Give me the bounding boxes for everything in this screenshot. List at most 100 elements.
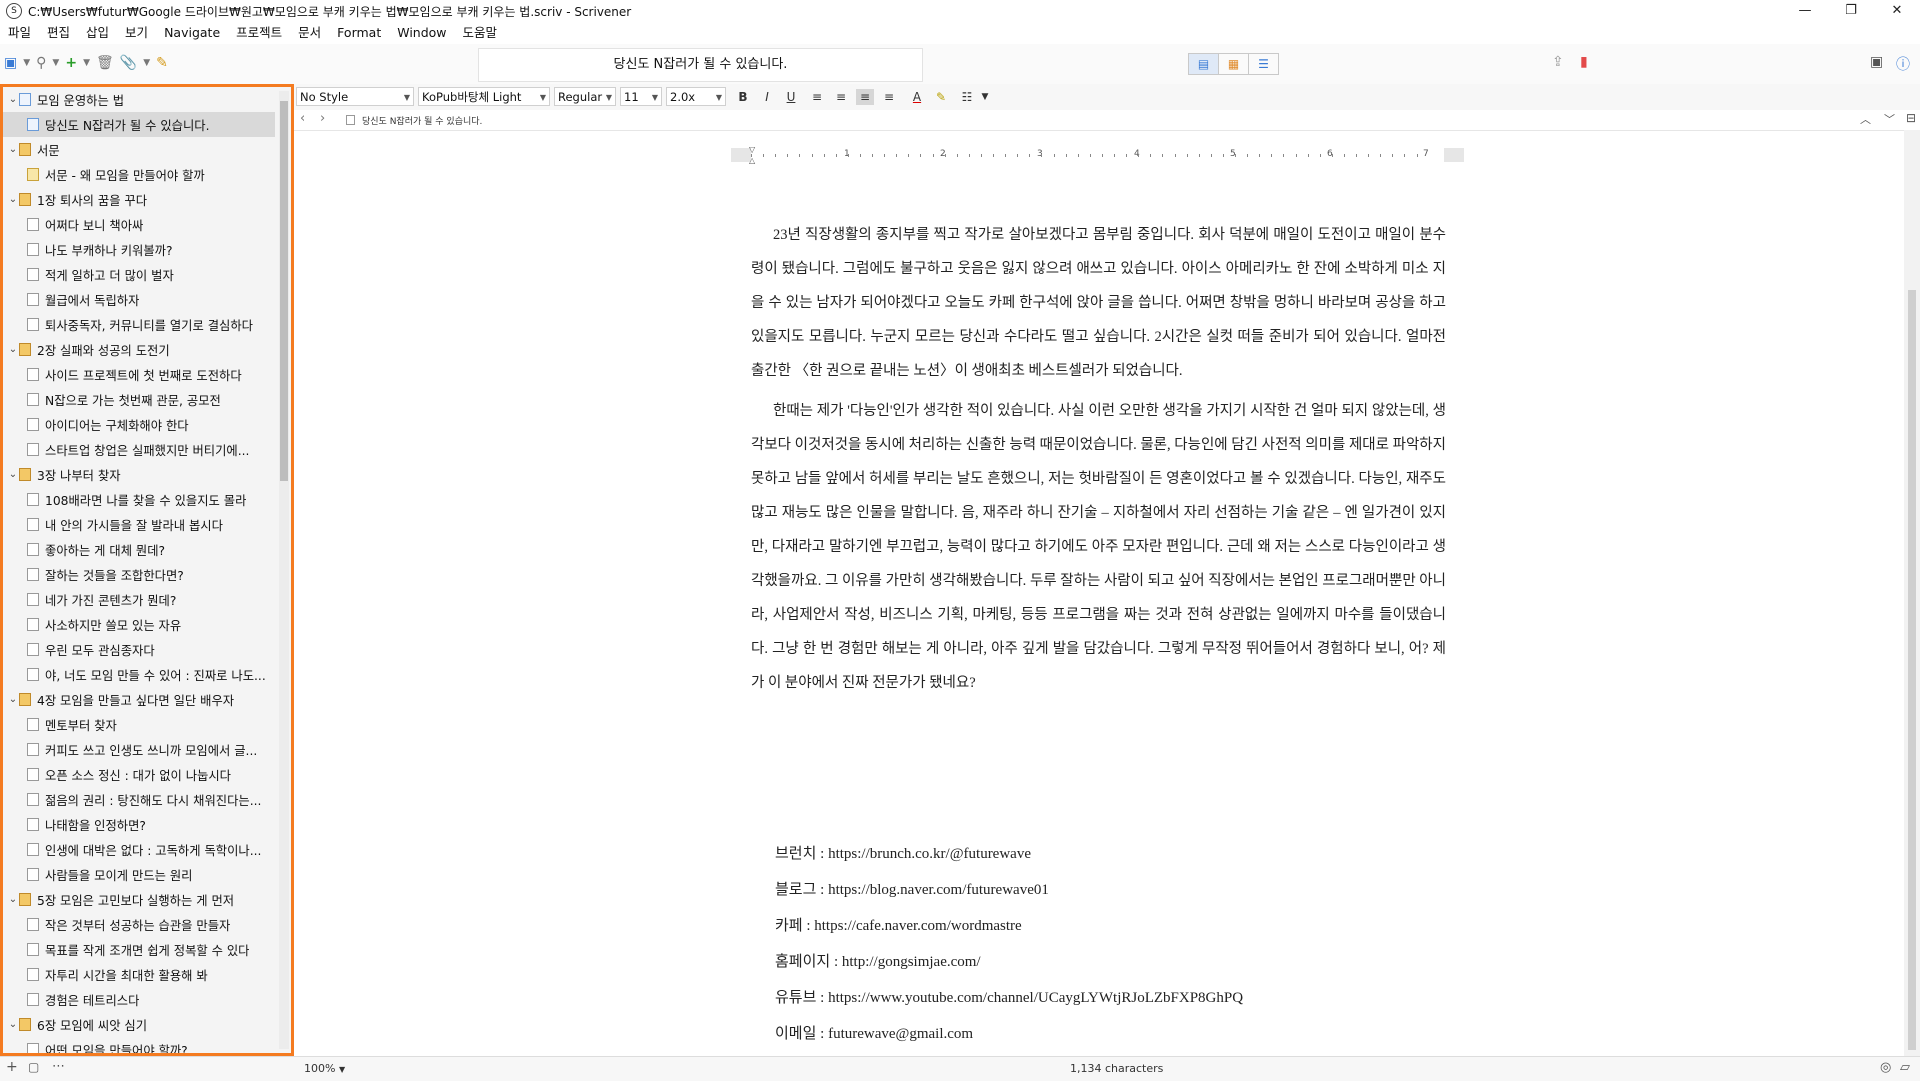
- chevron-down-icon[interactable]: ⌄: [7, 194, 19, 205]
- target-icon[interactable]: ◎: [1880, 1060, 1891, 1075]
- info-icon[interactable]: ⓘ: [1896, 54, 1910, 74]
- chevron-down-icon[interactable]: ⌄: [7, 144, 19, 155]
- editor-scroll-thumb[interactable]: [1908, 290, 1916, 1050]
- binder-document-item[interactable]: 서문 - 왜 모임을 만들어야 할까: [3, 162, 275, 187]
- binder-document-item[interactable]: 사람들을 모이게 만드는 원리: [3, 862, 275, 887]
- brunch-link[interactable]: 브런치 : https://brunch.co.kr/@futurewave: [775, 842, 1243, 878]
- binder-folder-item[interactable]: ⌄ 3장 나부터 찾자: [3, 462, 275, 487]
- share-icon[interactable]: ⇪: [1552, 54, 1564, 70]
- binder-document-item[interactable]: 작은 것부터 성공하는 습관을 만들자: [3, 912, 275, 937]
- binder-document-item[interactable]: 어쩌다 보니 책아싸: [3, 212, 275, 237]
- binder-document-item[interactable]: 나도 부캐하나 키워볼까?: [3, 237, 275, 262]
- trash-icon[interactable]: 🗑: [96, 54, 114, 72]
- binder-document-item[interactable]: 네가 가진 콘텐츠가 뭔데?: [3, 587, 275, 612]
- composition-mode-icon[interactable]: ▣: [1870, 54, 1883, 70]
- binder-folder-item[interactable]: ⌄ 5장 모임은 고민보다 실행하는 게 먼저: [3, 887, 275, 912]
- maximize-button[interactable]: ❐: [1828, 0, 1874, 22]
- italic-button[interactable]: I: [758, 89, 776, 105]
- close-button[interactable]: ✕: [1874, 0, 1920, 22]
- font-select[interactable]: KoPub바탕체 Light ▼: [418, 87, 550, 106]
- bold-button[interactable]: B: [734, 89, 752, 105]
- binder-folder-item[interactable]: ⌄ 2장 실패와 성공의 도전기: [3, 337, 275, 362]
- binder-document-item[interactable]: 멘토부터 찾자: [3, 712, 275, 737]
- zoom-select[interactable]: 100% ▼: [304, 1062, 345, 1075]
- chevron-down-icon[interactable]: ▼: [976, 89, 994, 105]
- forward-arrow-icon[interactable]: ›: [320, 111, 325, 126]
- menu-project[interactable]: 프로젝트: [228, 22, 290, 44]
- split-editor-icon[interactable]: ⊟: [1906, 111, 1916, 125]
- binder-scrollbar[interactable]: [279, 91, 289, 1049]
- chevron-down-icon[interactable]: ⌄: [7, 694, 19, 705]
- chevron-down-icon[interactable]: ▼: [23, 54, 30, 72]
- binder-document-item[interactable]: 적게 일하고 더 많이 벌자: [3, 262, 275, 287]
- chevron-down-icon[interactable]: ⌄: [7, 469, 19, 480]
- ruler[interactable]: ▽ △ 1 2 3 4 5 6 7: [731, 145, 1464, 165]
- chevron-down-icon[interactable]: ▼: [52, 54, 59, 72]
- binder-folder-item[interactable]: ⌄ 6장 모임에 씨앗 심기: [3, 1012, 275, 1037]
- align-justify-icon[interactable]: ≡: [856, 89, 874, 105]
- chevron-up-icon[interactable]: ︿: [1860, 111, 1871, 127]
- binder-document-item[interactable]: 어떤 모임을 만들어야 할까?: [3, 1037, 275, 1053]
- binder-document-item[interactable]: 자투리 시간을 최대한 활용해 봐: [3, 962, 275, 987]
- email-link[interactable]: 이메일 : futurewave@gmail.com: [775, 1022, 1243, 1058]
- blog-link[interactable]: 블로그 : https://blog.naver.com/futurewave0…: [775, 878, 1243, 914]
- chevron-down-icon[interactable]: ▼: [83, 54, 90, 72]
- editor-scrollbar[interactable]: [1904, 130, 1920, 1056]
- homepage-link[interactable]: 홈페이지 : http://gongsimjae.com/: [775, 950, 1243, 986]
- highlight-icon[interactable]: ✎: [932, 89, 950, 105]
- binder-folder-item[interactable]: ⌄ 4장 모임을 만들고 싶다면 일단 배우자: [3, 687, 275, 712]
- line-spacing-select[interactable]: 2.0x ▼: [666, 87, 726, 106]
- binder-folder-item[interactable]: ⌄ 서문: [3, 137, 275, 162]
- text-color-icon[interactable]: A: [908, 89, 926, 105]
- binder-folder-item[interactable]: ⌄ 1장 퇴사의 꿈을 꾸다: [3, 187, 275, 212]
- paragraph[interactable]: 23년 직장생활의 종지부를 찍고 작가로 살아보겠다고 몸부림 중입니다. 회…: [751, 218, 1446, 388]
- new-folder-icon[interactable]: ▢: [28, 1060, 39, 1074]
- list-icon[interactable]: ☷: [958, 89, 976, 105]
- paragraph[interactable]: 한때는 제가 '다능인'인가 생각한 적이 있습니다. 사실 이런 오만한 생각…: [751, 394, 1446, 700]
- chevron-down-icon[interactable]: ⌄: [7, 344, 19, 355]
- chevron-down-icon[interactable]: ⌄: [7, 94, 19, 105]
- align-right-icon[interactable]: ≡: [880, 89, 898, 105]
- binder-document-item[interactable]: 야, 너도 모임 만들 수 있어 : 진짜로 나도...: [3, 662, 275, 687]
- style-select[interactable]: No Style ▼: [296, 87, 414, 106]
- binder-document-item[interactable]: 월급에서 독립하자: [3, 287, 275, 312]
- binder-document-item[interactable]: 사소하지만 쓸모 있는 자유: [3, 612, 275, 637]
- align-left-icon[interactable]: ≡: [808, 89, 826, 105]
- editor-path[interactable]: 당신도 N잡러가 될 수 있습니다.: [362, 114, 482, 127]
- editor-text[interactable]: 23년 직장생활의 종지부를 찍고 작가로 살아보겠다고 몸부림 중입니다. 회…: [751, 218, 1446, 700]
- binder-scroll-thumb[interactable]: [280, 101, 288, 481]
- binder-document-item[interactable]: 스타트업 창업은 실패했지만 버티기에...: [3, 437, 275, 462]
- comment-icon[interactable]: ▱: [1900, 1060, 1910, 1075]
- binder-document-item[interactable]: 내 안의 가시들을 잘 발라내 봅시다: [3, 512, 275, 537]
- scrivener-app-icon[interactable]: S: [6, 3, 22, 19]
- binder-document-item[interactable]: 젊음의 권리 : 탕진해도 다시 채워진다는...: [3, 787, 275, 812]
- binder-document-item[interactable]: 오픈 소스 정신 : 대가 없이 나눕시다: [3, 762, 275, 787]
- binder-document-item[interactable]: 인생에 대박은 없다 : 고독하게 독학이나...: [3, 837, 275, 862]
- back-arrow-icon[interactable]: ‹: [300, 111, 305, 126]
- binder-document-item[interactable]: 당신도 N잡러가 될 수 있습니다.: [3, 112, 275, 137]
- underline-button[interactable]: U: [782, 89, 800, 105]
- font-weight-select[interactable]: Regular ▼: [554, 87, 616, 106]
- menu-window[interactable]: Window: [389, 22, 454, 44]
- scrivenings-view-icon[interactable]: ▤: [1189, 54, 1219, 74]
- search-icon[interactable]: ⚲: [36, 54, 46, 72]
- outliner-view-icon[interactable]: ☰: [1249, 54, 1278, 74]
- cafe-link[interactable]: 카페 : https://cafe.naver.com/wordmastre: [775, 914, 1243, 950]
- add-icon[interactable]: +: [6, 1059, 18, 1075]
- menu-help[interactable]: 도움말: [455, 22, 506, 44]
- binder-toggle-icon[interactable]: ▣: [4, 54, 17, 72]
- menu-file[interactable]: 파일: [0, 22, 39, 44]
- binder-document-item[interactable]: 커피도 쓰고 인생도 쓰니까 모임에서 글...: [3, 737, 275, 762]
- edit-icon[interactable]: ✎: [156, 54, 168, 72]
- menu-documents[interactable]: 문서: [290, 22, 329, 44]
- binder-folder-item[interactable]: ⌄ 모임 운영하는 법: [3, 87, 275, 112]
- chevron-down-icon[interactable]: ﹀: [1884, 111, 1895, 127]
- attachment-icon[interactable]: 📎: [120, 54, 137, 72]
- binder-document-item[interactable]: 나태함을 인정하면?: [3, 812, 275, 837]
- binder-document-item[interactable]: 사이드 프로젝트에 첫 번째로 도전하다: [3, 362, 275, 387]
- binder-document-item[interactable]: 목표를 작게 조개면 쉽게 정복할 수 있다: [3, 937, 275, 962]
- add-icon[interactable]: +: [65, 54, 77, 72]
- binder-document-item[interactable]: 아이디어는 구체화해야 한다: [3, 412, 275, 437]
- chevron-down-icon[interactable]: ⌄: [7, 894, 19, 905]
- menu-view[interactable]: 보기: [117, 22, 156, 44]
